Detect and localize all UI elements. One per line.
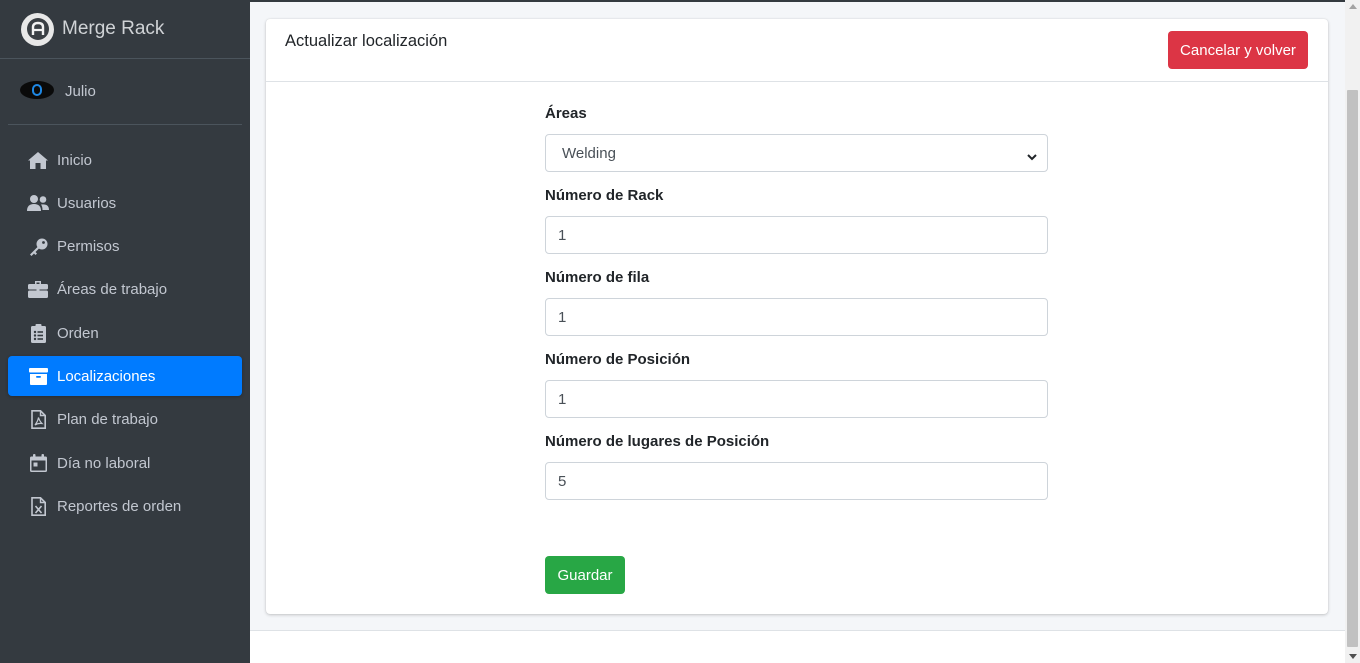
brand-logo-icon [21, 12, 54, 46]
footer [250, 630, 1345, 663]
lugares-label: Número de lugares de Posición [545, 433, 770, 450]
save-button[interactable]: Guardar [545, 556, 625, 594]
key-icon [26, 237, 50, 257]
posicion-label: Número de Posición [545, 351, 691, 368]
rack-label: Número de Rack [545, 187, 664, 204]
sidebar-item-label: Orden [57, 324, 99, 342]
position-number-value: 1 [558, 390, 567, 408]
clipboard-list-icon [26, 323, 50, 343]
cancel-button[interactable]: Cancelar y volver [1168, 31, 1308, 69]
briefcase-icon [26, 280, 50, 300]
page-scrollbar[interactable] [1345, 0, 1360, 663]
file-excel-icon [26, 496, 50, 516]
sidebar-item-localizaciones[interactable]: Localizaciones [8, 356, 242, 397]
fila-group: Número de fila 1 [545, 269, 1048, 336]
sidebar-item-permisos[interactable]: Permisos [8, 227, 242, 267]
sidebar-item-label: Reportes de orden [57, 497, 182, 515]
sidebar-item-orden[interactable]: Orden [8, 313, 242, 353]
location-form: Áreas Welding Número de Rack 1 Número de… [545, 105, 1048, 515]
calendar-icon [26, 453, 50, 473]
sidebar-item-label: Localizaciones [57, 367, 156, 385]
scroll-up-arrow[interactable] [1349, 4, 1357, 9]
areas-label: Áreas [545, 105, 587, 122]
sidebar-item-label: Inicio [57, 151, 93, 169]
areas-group: Áreas Welding [545, 105, 1048, 172]
chevron-down-icon [1027, 148, 1037, 165]
brand-link[interactable]: Merge Rack [0, 0, 250, 59]
rack-number-input[interactable]: 1 [545, 216, 1048, 254]
rack-group: Número de Rack 1 [545, 187, 1048, 254]
sidebar-nav: Inicio Usuarios Permisos Áreas de trabaj… [0, 140, 250, 526]
brand-name: Merge Rack [62, 18, 165, 39]
sidebar-item-inicio[interactable]: Inicio [8, 140, 242, 180]
sidebar-item-label: Usuarios [57, 194, 117, 212]
sidebar-item-label: Permisos [57, 238, 120, 256]
sidebar-item-label: Día no laboral [57, 454, 151, 472]
users-icon [26, 193, 50, 213]
top-navbar-edge [250, 0, 1345, 2]
sidebar-item-label: Plan de trabajo [57, 411, 158, 429]
sidebar-item-dia-no-laboral[interactable]: Día no laboral [8, 443, 242, 483]
sidebar-item-reportes-de-orden[interactable]: Reportes de orden [8, 486, 242, 526]
archive-icon [26, 366, 50, 386]
update-location-card: Actualizar localización Cancelar y volve… [266, 19, 1328, 614]
areas-selected-value: Welding [562, 144, 616, 162]
position-places-value: 5 [558, 472, 567, 490]
card-header: Actualizar localización Cancelar y volve… [266, 19, 1328, 82]
home-icon [26, 150, 50, 170]
avatar [20, 80, 54, 99]
scroll-down-arrow[interactable] [1349, 654, 1357, 659]
position-number-input[interactable]: 1 [545, 380, 1048, 418]
fila-label: Número de fila [545, 269, 650, 286]
file-pdf-icon [26, 410, 50, 430]
areas-select[interactable]: Welding [545, 134, 1048, 172]
lugares-group: Número de lugares de Posición 5 [545, 433, 1048, 500]
row-number-value: 1 [558, 308, 567, 326]
position-places-input[interactable]: 5 [545, 462, 1048, 500]
rack-number-value: 1 [558, 226, 567, 244]
sidebar-item-label: Áreas de trabajo [57, 281, 168, 299]
page-title: Actualizar localización [285, 32, 448, 50]
sidebar: Merge Rack Julio Inicio Usuarios Permiso… [0, 0, 250, 663]
scroll-thumb[interactable] [1347, 90, 1358, 647]
posicion-group: Número de Posición 1 [545, 351, 1048, 418]
sidebar-item-areas-de-trabajo[interactable]: Áreas de trabajo [8, 270, 242, 310]
user-panel[interactable]: Julio [8, 59, 242, 125]
sidebar-item-plan-de-trabajo[interactable]: Plan de trabajo [8, 400, 242, 440]
user-name: Julio [65, 83, 96, 100]
row-number-input[interactable]: 1 [545, 298, 1048, 336]
sidebar-item-usuarios[interactable]: Usuarios [8, 183, 242, 223]
